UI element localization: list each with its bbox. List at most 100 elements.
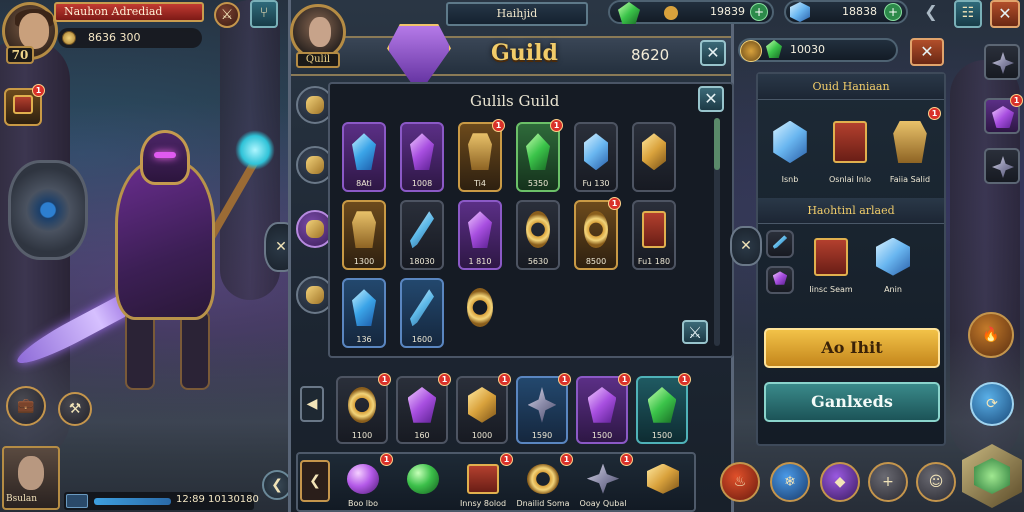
reward-preview-item[interactable]: Faiia Salid — [882, 110, 938, 186]
quick-bar-item-badge: 1 — [560, 453, 573, 466]
ice-skill-button[interactable]: ❄ — [770, 462, 810, 502]
inventory-item[interactable]: 1 810 — [458, 200, 502, 270]
guild-close-button[interactable]: ✕ — [700, 40, 726, 66]
player-face — [19, 13, 49, 49]
close-icon: ✕ — [920, 42, 934, 61]
inventory-scrollbar[interactable] — [714, 118, 720, 346]
reward-item[interactable]: 1100 — [336, 376, 388, 444]
xp-text: 12:89 10130180 — [176, 494, 259, 505]
sword-icon — [410, 289, 434, 327]
add-green-gems-button[interactable]: + — [750, 3, 768, 21]
quick-bar-item[interactable] — [396, 456, 450, 510]
back-button[interactable]: ❮ — [920, 2, 942, 24]
inventory-item[interactable] — [458, 278, 502, 348]
hero-leg-right — [180, 310, 210, 390]
companion-label: Bsulan — [6, 494, 38, 504]
fire-skill-button[interactable]: ♨ — [720, 462, 760, 502]
guild-reward-item[interactable]: Iinsc Seam — [802, 228, 860, 296]
reward-item-caption: 1100 — [351, 431, 373, 440]
inventory-item[interactable]: 136 — [342, 278, 386, 348]
inventory-item[interactable]: 1008 — [400, 122, 444, 192]
inventory-item-badge: 1 — [550, 119, 563, 132]
inventory-scrollbar-thumb[interactable] — [714, 118, 720, 170]
torch-skill-button[interactable]: 🔥 — [968, 312, 1014, 358]
crystal-blue-icon — [352, 133, 376, 171]
close-icon: ✕ — [740, 238, 752, 254]
inventory-item[interactable]: 8500 — [574, 200, 618, 270]
reward-item[interactable]: 1500 — [576, 376, 628, 444]
close-icon: ✕ — [706, 43, 720, 62]
secondary-close-button[interactable]: ✕ — [910, 38, 944, 66]
inventory-item[interactable]: 1600 — [400, 278, 444, 348]
reward-item[interactable]: 1000 — [456, 376, 508, 444]
hero-character[interactable] — [12, 120, 275, 400]
reward-item[interactable]: 1590 — [516, 376, 568, 444]
shop-button[interactable]: ⚔ — [214, 2, 240, 28]
settings-button[interactable]: ⑂ — [250, 0, 278, 28]
emote-button[interactable]: ☺ — [916, 462, 956, 502]
player-gold: 8636 300 — [58, 28, 202, 48]
portal-skill-button[interactable]: ⟳ — [970, 382, 1014, 426]
grid-icon: ☷ — [961, 5, 975, 21]
side-slot-ore[interactable] — [984, 44, 1020, 80]
rewards-section1-title: Ouid Haniaan — [758, 74, 944, 100]
inventory-item[interactable]: 18030 — [400, 200, 444, 270]
side-slot-stone[interactable] — [984, 148, 1020, 184]
rewards-collapse-button[interactable]: ✕ — [730, 226, 762, 266]
inventory-item-caption: 8500 — [585, 257, 607, 266]
armor-icon — [352, 211, 376, 249]
side-crystal-slot[interactable] — [766, 266, 794, 294]
arcane-skill-button[interactable]: ◆ — [820, 462, 860, 502]
inventory-close-button[interactable]: ✕ — [698, 86, 724, 112]
inventory-item-caption: Fu1 180 — [637, 257, 671, 266]
inventory-item-caption: 5350 — [527, 179, 549, 188]
quick-bar-item-caption: Innsy 8olod — [459, 499, 507, 508]
ring-icon — [306, 156, 324, 174]
row-prev-button[interactable]: ◀ — [300, 386, 324, 422]
side-sword-icon — [772, 235, 788, 249]
primary-action-button[interactable]: Ao Ihit — [764, 328, 940, 368]
secondary-action-button[interactable]: Ganlxeds — [764, 382, 940, 422]
guild-reward-item[interactable]: Anin — [864, 228, 922, 296]
reward-preview-item-caption: Faiia Salid — [889, 175, 931, 184]
inventory-item[interactable]: 5630 — [516, 200, 560, 270]
inventory-item[interactable]: Fu1 180 — [632, 200, 676, 270]
side-sword-slot[interactable] — [766, 230, 794, 258]
inventory-item[interactable]: 5350 — [516, 122, 560, 192]
hero-eyes — [154, 152, 176, 158]
guild-inventory-title: Gulils Guild — [470, 92, 560, 110]
sword-icon — [410, 211, 434, 249]
guild-leader-label: Qulil — [296, 52, 340, 68]
close-icon: ✕ — [704, 89, 718, 108]
inventory-item[interactable]: 8Ati — [342, 122, 386, 192]
reward-item-badge: 1 — [498, 373, 511, 386]
add-skill-button[interactable]: + — [868, 462, 908, 502]
inventory-item[interactable] — [632, 122, 676, 192]
crafting-button[interactable]: ⚒ — [58, 392, 92, 426]
sword-icon: ⚔ — [687, 323, 703, 342]
inventory-action-button[interactable]: ⚔ — [682, 320, 708, 344]
reward-preview-item-caption: Osnlai Inlo — [829, 175, 871, 184]
inventory-item[interactable]: Fu 130 — [574, 122, 618, 192]
inventory-item-caption: 136 — [356, 335, 372, 344]
main-close-button[interactable]: ✕ — [990, 0, 1020, 28]
guild-reward-item-caption: Anin — [884, 285, 902, 294]
spiky-icon — [586, 463, 620, 494]
reward-preview-item[interactable]: Isnb — [762, 110, 818, 186]
reward-item[interactable]: 1500 — [636, 376, 688, 444]
swirl-icon: ⟳ — [986, 396, 998, 412]
quick-bar-prev-button[interactable]: ❮ — [300, 460, 330, 502]
inventory-button[interactable]: 💼 — [6, 386, 46, 426]
reward-item-caption: 1000 — [471, 431, 493, 440]
side-slot-badge: 1 — [1010, 94, 1023, 107]
add-blue-gems-button[interactable]: + — [884, 3, 902, 21]
inventory-item[interactable]: Ti4 — [458, 122, 502, 192]
quick-bar-item-badge: 1 — [500, 453, 513, 466]
map-button[interactable]: ☷ — [954, 0, 982, 28]
reward-preview-item[interactable]: Osnlai Inlo — [822, 110, 878, 186]
reward-item[interactable]: 160 — [396, 376, 448, 444]
gold-icon — [642, 133, 666, 171]
inventory-item[interactable]: 1300 — [342, 200, 386, 270]
inventory-item-caption: 1300 — [353, 257, 375, 266]
quick-bar-item[interactable] — [636, 456, 690, 510]
